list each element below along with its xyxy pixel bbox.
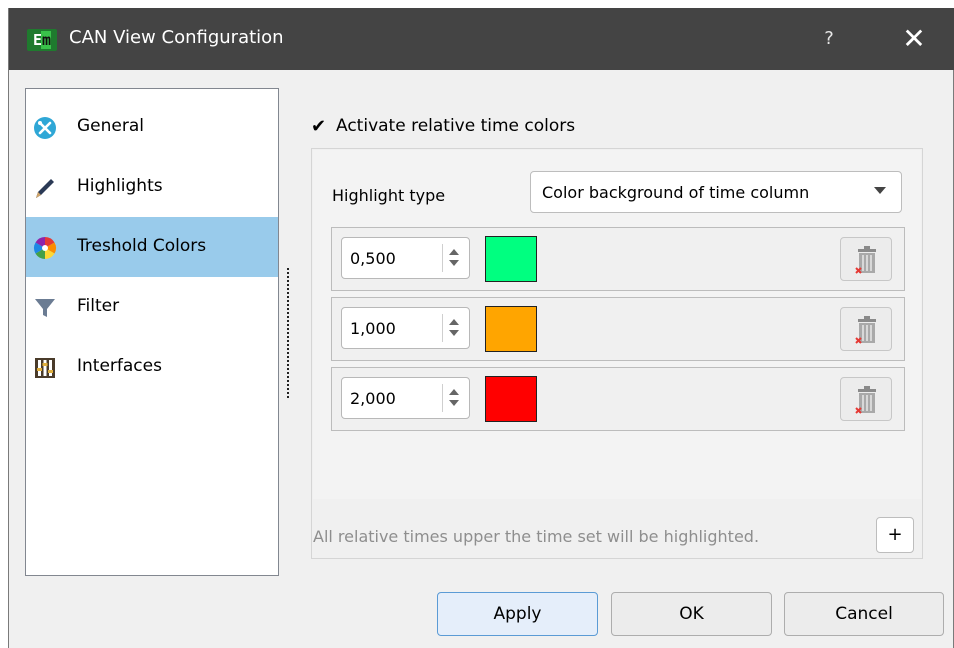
pencil-icon bbox=[36, 179, 54, 198]
title-bar[interactable]: Em CAN View Configuration ? ✕ bbox=[9, 8, 954, 70]
chevron-down-icon bbox=[874, 187, 886, 194]
sidebar-item-highlights[interactable]: Highlights bbox=[26, 157, 278, 217]
color-swatch-button[interactable] bbox=[485, 306, 537, 352]
app-logo-m: m bbox=[41, 31, 51, 49]
sidebar-item-label: Treshold Colors bbox=[77, 236, 207, 256]
color-wheel-icon bbox=[34, 237, 56, 259]
threshold-value: 1,000 bbox=[350, 319, 396, 338]
threshold-value: 0,500 bbox=[350, 249, 396, 268]
splitter-handle[interactable] bbox=[287, 268, 291, 398]
spin-up-icon[interactable] bbox=[449, 249, 459, 255]
sidebar-item-label: Highlights bbox=[77, 176, 163, 196]
spin-buttons[interactable] bbox=[442, 384, 465, 412]
highlight-type-select[interactable]: Color background of time column bbox=[530, 171, 902, 213]
trash-icon bbox=[855, 386, 876, 414]
highlight-type-value: Color background of time column bbox=[542, 183, 810, 202]
color-swatch-button[interactable] bbox=[485, 236, 537, 282]
delete-threshold-button[interactable] bbox=[840, 377, 892, 421]
spin-down-icon[interactable] bbox=[449, 330, 459, 336]
app-logo: Em bbox=[27, 29, 57, 51]
delete-threshold-button[interactable] bbox=[840, 237, 892, 281]
threshold-value: 2,000 bbox=[350, 389, 396, 408]
window-title: CAN View Configuration bbox=[69, 27, 284, 48]
apply-button[interactable]: Apply bbox=[437, 592, 598, 636]
color-swatch-button[interactable] bbox=[485, 376, 537, 422]
delete-threshold-button[interactable] bbox=[840, 307, 892, 351]
threshold-row: 0,500 bbox=[331, 227, 905, 291]
spin-up-icon[interactable] bbox=[449, 319, 459, 325]
spin-buttons[interactable] bbox=[442, 244, 465, 272]
sidebar-item-label: Filter bbox=[77, 296, 120, 316]
threshold-value-spinbox[interactable]: 1,000 bbox=[341, 307, 470, 349]
close-button[interactable]: ✕ bbox=[889, 22, 939, 56]
trash-icon bbox=[855, 316, 876, 344]
app-logo-e: E bbox=[32, 31, 42, 49]
sidebar-item-interfaces[interactable]: Interfaces bbox=[26, 337, 278, 397]
sidebar-item-filter[interactable]: Filter bbox=[26, 277, 278, 337]
threshold-value-spinbox[interactable]: 2,000 bbox=[341, 377, 470, 419]
funnel-icon bbox=[35, 299, 55, 317]
cancel-button[interactable]: Cancel bbox=[784, 592, 944, 636]
spin-down-icon[interactable] bbox=[449, 260, 459, 266]
sidebar-item-treshold-colors[interactable]: Treshold Colors bbox=[26, 217, 278, 277]
trash-icon bbox=[855, 246, 876, 274]
hint-text: All relative times upper the time set wi… bbox=[313, 527, 760, 546]
add-threshold-button[interactable]: + bbox=[876, 517, 914, 553]
threshold-row: 2,000 bbox=[331, 367, 905, 431]
threshold-value-spinbox[interactable]: 0,500 bbox=[341, 237, 470, 279]
spin-buttons[interactable] bbox=[442, 314, 465, 342]
sidebar-item-label: General bbox=[77, 116, 144, 136]
sidebar-item-label: Interfaces bbox=[77, 356, 162, 376]
help-button[interactable]: ? bbox=[809, 24, 849, 54]
sidebar-item-general[interactable]: General bbox=[26, 97, 278, 157]
tools-icon bbox=[34, 117, 56, 139]
sliders-icon bbox=[35, 358, 55, 378]
threshold-row: 1,000 bbox=[331, 297, 905, 361]
spin-up-icon[interactable] bbox=[449, 389, 459, 395]
highlight-type-label: Highlight type bbox=[332, 186, 446, 205]
ok-button[interactable]: OK bbox=[611, 592, 772, 636]
spin-down-icon[interactable] bbox=[449, 400, 459, 406]
threshold-list: Highlight type Color background of time … bbox=[313, 150, 921, 499]
activate-checkbox[interactable]: ✔ bbox=[311, 118, 329, 136]
threshold-group: Highlight type Color background of time … bbox=[311, 148, 923, 559]
activate-checkbox-label[interactable]: Activate relative time colors bbox=[336, 116, 575, 136]
category-list[interactable]: General Highlights Treshold Colors Filte… bbox=[25, 88, 279, 576]
